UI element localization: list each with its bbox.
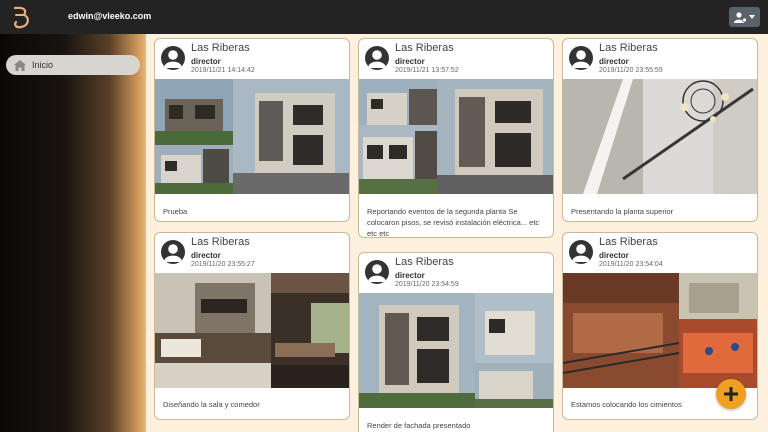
post-caption: Diseñando la sala y comedor: [163, 400, 260, 409]
post-card[interactable]: Las Riberas director 2019/11/20 23:55:55…: [562, 38, 758, 222]
post-project: Las Riberas: [191, 42, 250, 54]
post-role: director: [599, 57, 629, 66]
home-icon: [14, 59, 26, 71]
facade-render-photo[interactable]: [359, 293, 553, 408]
post-card[interactable]: Las Riberas director 2019/11/20 23:55:27…: [154, 232, 350, 420]
post-role: director: [191, 251, 221, 260]
add-post-button[interactable]: [716, 379, 746, 409]
post-project: Las Riberas: [395, 42, 454, 54]
plus-icon: [724, 387, 738, 401]
post-role: director: [599, 251, 629, 260]
feed: Las Riberas director 2019/11/21 14:14:42…: [146, 34, 768, 432]
post-card[interactable]: Las Riberas director 2019/11/21 14:14:42…: [154, 38, 350, 222]
user-menu-button[interactable]: [729, 7, 760, 27]
living-dining-photo[interactable]: [155, 273, 349, 388]
user-email: edwin@vleeko.com: [68, 11, 152, 21]
post-date: 2019/11/21 13:57:52: [395, 67, 459, 74]
post-date: 2019/11/21 14:14:42: [191, 67, 255, 74]
sidebar-item-label: Inicio: [32, 60, 54, 70]
avatar: [569, 46, 593, 70]
avatar: [365, 260, 389, 284]
post-role: director: [395, 271, 425, 280]
chandelier-photo[interactable]: [563, 79, 757, 194]
post-project: Las Riberas: [599, 42, 658, 54]
post-card[interactable]: Las Riberas director 2019/11/21 13:57:52…: [358, 38, 554, 238]
b-logo-icon[interactable]: [10, 6, 32, 30]
avatar: [569, 240, 593, 264]
post-date: 2019/11/20 23:54:04: [599, 261, 663, 268]
post-caption: Reportando eventos de la segunda planta …: [367, 207, 540, 238]
house-collage-photo[interactable]: [155, 79, 349, 194]
top-bar: edwin@vleeko.com: [0, 0, 768, 34]
post-role: director: [191, 57, 221, 66]
post-role: director: [395, 57, 425, 66]
foundation-photo[interactable]: [563, 273, 757, 388]
sidebar: Inicio: [0, 34, 146, 432]
post-caption: Render de fachada presentado: [367, 421, 471, 430]
post-date: 2019/11/20 23:54:59: [395, 281, 459, 288]
avatar: [161, 240, 185, 264]
post-caption: Presentando la planta superior: [571, 207, 674, 216]
house-exterior-collage-photo[interactable]: [359, 79, 553, 194]
post-caption: Prueba: [163, 207, 188, 216]
avatar: [161, 46, 185, 70]
chevron-down-icon: [749, 15, 755, 19]
post-card[interactable]: Las Riberas director 2019/11/20 23:54:59…: [358, 252, 554, 432]
post-project: Las Riberas: [191, 236, 250, 248]
user-gear-icon: [734, 11, 747, 23]
post-date: 2019/11/20 23:55:27: [191, 261, 255, 268]
post-project: Las Riberas: [599, 236, 658, 248]
post-date: 2019/11/20 23:55:55: [599, 67, 663, 74]
sidebar-item-inicio[interactable]: Inicio: [6, 55, 140, 75]
post-project: Las Riberas: [395, 256, 454, 268]
avatar: [365, 46, 389, 70]
